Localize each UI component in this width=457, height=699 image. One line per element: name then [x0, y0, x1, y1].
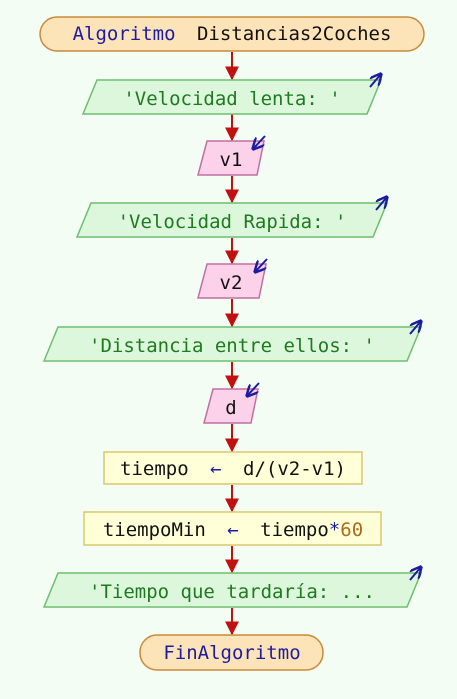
input-node-1[interactable]: v1: [197, 135, 266, 176]
assign-target: tiempoMin: [103, 519, 206, 541]
process-node-1[interactable]: tiempo ← d/(v2-v1): [103, 451, 363, 485]
process-node-2[interactable]: tiempoMin ← tiempo*60: [83, 511, 382, 546]
assign-variable: tiempo: [260, 519, 329, 541]
output-node-3-label: 'Distancia entre ellos: ': [89, 335, 375, 357]
start-keyword: Algoritmo: [73, 23, 176, 45]
output-node-2[interactable]: 'Velocidad Rapida: ': [75, 197, 387, 238]
output-node-1[interactable]: 'Velocidad lenta: ': [81, 74, 381, 115]
input-node-3-label: d: [225, 397, 236, 419]
input-node-2[interactable]: v2: [197, 258, 268, 299]
output-node-4[interactable]: 'Tiempo que tardaría: ...: [42, 567, 421, 608]
end-node[interactable]: FinAlgoritmo: [139, 634, 324, 671]
assign-number: 60: [340, 519, 363, 541]
input-node-2-label: v2: [220, 272, 243, 294]
flowchart: Algoritmo Distancias2Coches 'Velocidad l…: [39, 16, 425, 671]
output-node-2-label: 'Velocidad Rapida: ': [118, 211, 347, 233]
assign-arrow-icon: ←: [227, 519, 238, 541]
process-node-1-label: tiempo ← d/(v2-v1): [120, 458, 346, 480]
input-node-3[interactable]: d: [203, 382, 260, 424]
multiply-operator: *: [329, 519, 340, 541]
assign-target: tiempo: [120, 458, 189, 480]
output-node-1-label: 'Velocidad lenta: ': [123, 88, 340, 110]
output-node-3[interactable]: 'Distancia entre ellos: ': [42, 321, 421, 362]
end-node-label: FinAlgoritmo: [163, 642, 300, 664]
start-node-label: Algoritmo Distancias2Coches: [73, 23, 392, 45]
algorithm-name: Distancias2Coches: [197, 23, 391, 45]
assign-expression: d/(v2-v1): [243, 458, 346, 480]
output-node-4-label: 'Tiempo que tardaría: ...: [89, 581, 375, 603]
assign-arrow-icon: ←: [210, 458, 221, 480]
process-node-2-label: tiempoMin ← tiempo*60: [103, 519, 363, 541]
start-node[interactable]: Algoritmo Distancias2Coches: [39, 16, 425, 52]
input-node-1-label: v1: [220, 149, 243, 171]
